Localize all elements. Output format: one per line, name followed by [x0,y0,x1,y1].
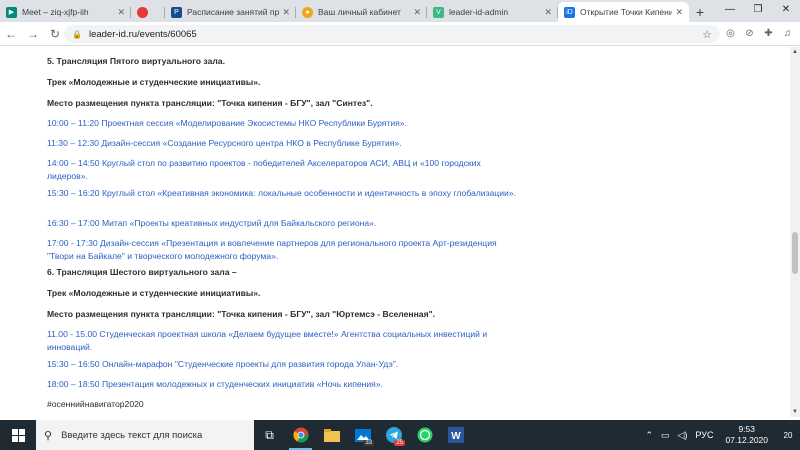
browser-tab-bar: ▶ Meet – ziq-xjfp-iih ✕ Р Расписание зан… [0,0,800,22]
word-icon[interactable]: W [440,420,471,450]
tab-recording[interactable] [131,2,165,22]
photos-app-icon[interactable]: 33 [347,420,378,450]
search-icon: ⚲ [44,429,53,442]
extensions-puzzle-icon[interactable]: ✚ [760,24,777,42]
tab-cabinet[interactable]: ● Ваш личный кабинет ✕ [296,2,427,22]
schedule-item[interactable]: 15:30 – 16:20 Круглый стол «Креативная э… [47,187,517,200]
file-explorer-icon[interactable] [316,420,347,450]
schedule-item[interactable]: 11:30 – 12:30 Дизайн-сессия «Создание Ре… [47,137,517,150]
close-tab-icon[interactable]: ✕ [282,7,290,18]
tab-title: Открытие Точки Кипения [580,7,673,17]
scrollbar-thumb[interactable] [792,232,798,274]
leader-id-favicon-icon: iD [564,6,575,18]
cabinet-favicon-icon: ● [302,6,313,18]
schedule-item[interactable]: 11.00 - 15.00 Студенческая проектная шко… [47,328,517,353]
network-icon[interactable]: ▭ [657,430,674,441]
new-tab-button[interactable]: + [689,2,711,22]
section-5-title: 5. Трансляция Пятого виртуального зала. [47,56,225,66]
telegram-badge: 25 [394,440,405,446]
url-text[interactable]: leader-id.ru/events/60065 [89,29,702,40]
taskbar-search-box[interactable]: ⚲ Введите здесь текст для поиска [36,420,254,450]
forward-arrow-icon[interactable]: → [22,23,44,45]
notification-center-icon[interactable]: 20 [776,431,800,440]
media-control-icon[interactable]: ♫ [779,24,796,42]
schedule-item[interactable]: 18:00 – 18:50 Презентация молодежных и с… [47,378,517,391]
tray-chevron-icon[interactable]: ⌃ [641,430,657,441]
vue-favicon-icon: V [433,6,444,18]
tab-title: Meet – ziq-xjfp-iih [22,7,89,17]
page-content: 5. Трансляция Пятого виртуального зала. … [0,47,790,417]
browser-toolbar: ← → ↻ 🔒 leader-id.ru/events/60065 ☆ ◎ ⊘ … [0,22,800,46]
extension-compass-icon[interactable]: ◎ [722,24,739,42]
task-view-icon[interactable]: ⧉ [254,420,285,450]
start-button[interactable] [0,420,36,450]
close-tab-icon[interactable]: ✕ [544,7,552,18]
scroll-down-icon[interactable]: ▼ [790,407,800,417]
toolbar-extensions: ◎ ⊘ ✚ ♫ ⋮ [722,24,800,42]
window-controls: — ❐ ✕ [716,0,800,18]
schedule-item[interactable]: 14:00 – 14:50 Круглый стол по развитию п… [47,157,517,182]
tab-schedule[interactable]: Р Расписание занятий преп ✕ [165,2,296,22]
windows-taskbar: ⚲ Введите здесь текст для поиска ⧉ 33 25… [0,420,800,450]
schedule-item[interactable]: 10:00 – 11:20 Проектная сессия «Моделиро… [47,117,517,130]
minimize-icon[interactable]: — [716,0,744,18]
schedule-item[interactable]: 15:30 – 16:50 Онлайн-марафон "Студенческ… [47,358,517,371]
tab-title: Ваш личный кабинет [318,7,401,17]
tab-leader-admin[interactable]: V leader-id-admin ✕ [427,2,558,22]
section-5-location: Место размещения пункта трансляции: "Точ… [47,98,373,108]
section-6-track: Трек «Молодежные и студенческие инициати… [47,288,261,298]
tab-title: leader-id-admin [449,7,509,17]
clock-date: 07.12.2020 [725,435,768,445]
svg-text:W: W [451,431,461,442]
windows-logo-icon [11,428,25,442]
notification-count: 20 [783,430,793,440]
scroll-up-icon[interactable]: ▲ [790,47,800,57]
bookmark-star-icon[interactable]: ☆ [702,28,712,41]
telegram-icon[interactable]: 25 [378,420,409,450]
tab-meet[interactable]: ▶ Meet – ziq-xjfp-iih ✕ [0,2,131,22]
schedule-item[interactable]: 16:30 – 17:00 Митап «Проекты креативных … [47,217,517,230]
restore-icon[interactable]: ❐ [744,0,772,18]
hashtag-text: #осеннийнавигатор2020 [47,399,144,409]
volume-icon[interactable]: ◁) [674,430,692,441]
section-6-location: Место размещения пункта трансляции: "Точ… [47,309,436,319]
section-6-title: 6. Трансляция Шестого виртуального зала … [47,267,237,277]
schedule-item[interactable]: 17:00 - 17:30 Дизайн-сессия «Презентация… [47,237,517,262]
whatsapp-icon[interactable] [409,420,440,450]
tab-open-tochka[interactable]: iD Открытие Точки Кипения ✕ [558,2,689,22]
close-tab-icon[interactable]: ✕ [413,7,421,18]
schedule-favicon-icon: Р [171,6,182,18]
extension-block-icon[interactable]: ⊘ [741,24,758,42]
close-tab-icon[interactable]: ✕ [675,7,683,18]
close-window-icon[interactable]: ✕ [772,0,800,18]
address-bar[interactable]: 🔒 leader-id.ru/events/60065 ☆ [64,25,720,43]
language-indicator[interactable]: РУС [691,430,717,440]
photos-badge: 33 [363,440,374,446]
search-placeholder: Введите здесь текст для поиска [61,429,203,441]
page-scrollbar[interactable]: ▲ ▼ [790,47,800,417]
record-favicon-icon [137,6,148,18]
clock[interactable]: 9:53 07.12.2020 [717,424,776,446]
close-tab-icon[interactable]: ✕ [117,7,125,18]
system-tray: ⌃ ▭ ◁) РУС 9:53 07.12.2020 20 [641,420,800,450]
clock-time: 9:53 [738,424,755,434]
lock-icon[interactable]: 🔒 [72,30,82,39]
meet-favicon-icon: ▶ [6,6,17,18]
chrome-icon[interactable] [285,420,316,450]
tab-title: Расписание занятий преп [187,7,280,17]
reload-icon[interactable]: ↻ [44,23,66,45]
back-arrow-icon[interactable]: ← [0,23,22,45]
section-5-track: Трек «Молодежные и студенческие инициати… [47,77,261,87]
